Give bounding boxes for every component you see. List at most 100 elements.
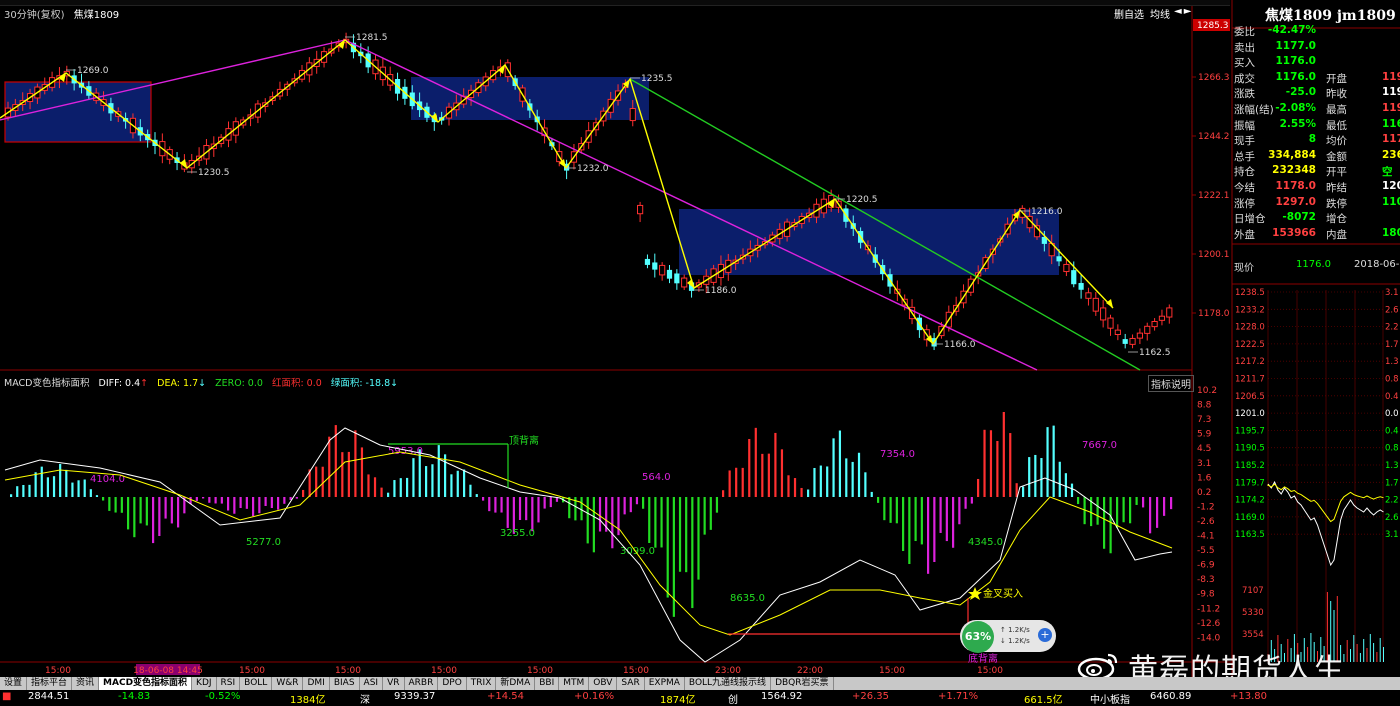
indicator-tab[interactable]: MTM (559, 677, 590, 690)
macd-bar (1116, 497, 1119, 528)
quote-label-2: 增仓 (1326, 213, 1347, 226)
indicator-tab[interactable]: RSI (217, 677, 241, 690)
scroll-left-icon[interactable]: ◄ (1174, 6, 1182, 21)
mini-pct-tick: 0.0 (1385, 409, 1399, 419)
macd-bar (108, 497, 111, 511)
macd-annotation-area-4104: 4104.0 (90, 474, 125, 485)
macd-bar (71, 482, 74, 497)
indicator-tab[interactable]: DMI (303, 677, 330, 690)
candle-body-up (1092, 297, 1099, 312)
macd-bar (295, 497, 298, 499)
mini-pct-tick: 2.2 (1385, 496, 1399, 506)
indicator-tab[interactable]: VR (383, 677, 405, 690)
macd-bar (46, 477, 49, 497)
scroll-right-icon[interactable]: ► (1184, 6, 1192, 21)
time-tick: 18-06-08 14:45 (133, 666, 203, 676)
macd-bar (152, 497, 155, 544)
macd-bar (214, 497, 217, 504)
indicator-tab[interactable]: BOLL (240, 677, 273, 690)
quote-row: 现手 8 均价 117 (1234, 133, 1400, 149)
status-value: -0.52% (205, 691, 241, 702)
quote-value: 334,884 (1268, 148, 1316, 161)
chart-toolbar: 删自选 均线 ◄ ► (1112, 6, 1191, 21)
mini-price-tick: 1185.2 (1235, 461, 1265, 471)
indicator-tab[interactable]: 资讯 (72, 677, 100, 690)
macd-tick: -11.2 (1197, 604, 1220, 614)
candle-body-up (681, 277, 688, 288)
price-annotation: 1166.0 (944, 340, 976, 350)
indicator-tab[interactable]: EXPMA (645, 677, 685, 690)
indicator-explain-button[interactable]: 指标说明 (1148, 375, 1194, 392)
quote-row: 涨幅(结) -2.08% 最高 119 (1234, 102, 1400, 118)
macd-bar (456, 470, 459, 497)
main-chart-canvas: 1269.0 1281.5 1235.5 1230.5 1232.0 1220.5 1216… (0, 0, 1400, 677)
macd-bar (170, 497, 173, 524)
ma-button[interactable]: 均线 (1148, 6, 1172, 21)
candle-body-up (1151, 320, 1158, 328)
mini-price-tick: 1206.5 (1235, 392, 1265, 402)
indicator-tab[interactable]: ASI (360, 677, 384, 690)
mini-pct-tick: 0.8 (1385, 444, 1399, 454)
macd-bar (52, 476, 56, 497)
sh-index-icon: ■ (2, 691, 12, 702)
macd-bar (1028, 457, 1031, 497)
indicator-tab[interactable]: OBV (589, 677, 618, 690)
price-tick: 1178.0 (1198, 309, 1230, 319)
macd-bar (59, 463, 62, 497)
indicator-tab[interactable]: 新DMA (496, 677, 536, 690)
time-tick: 23:00 (715, 666, 741, 676)
price-tick: 1266.3 (1198, 73, 1230, 83)
price-annotation: 1281.5 (356, 33, 388, 43)
indicator-tab[interactable]: TRIX (467, 677, 497, 690)
macd-bar (1170, 497, 1173, 510)
status-value: -14.83 (118, 691, 151, 702)
indicator-tab[interactable]: MACD变色指标面积 (99, 677, 193, 690)
macd-bar (437, 445, 440, 497)
indicator-tab[interactable]: ARBR (405, 677, 439, 690)
macd-name[interactable]: MACD变色指标面积 (4, 378, 89, 389)
mini-price-tick: 1195.7 (1235, 426, 1265, 436)
remove-watchlist-button[interactable]: 删自选 (1112, 6, 1146, 21)
status-value: 深 (360, 695, 370, 706)
macd-bar (623, 497, 626, 515)
indicator-tab[interactable]: BBI (535, 677, 560, 690)
macd-tick: 4.5 (1197, 444, 1211, 454)
quote-value: 8 (1308, 133, 1316, 146)
macd-bar (642, 497, 645, 509)
macd-bar (387, 492, 390, 497)
macd-diff: DIFF: 0.4 (98, 378, 141, 389)
indicator-tab[interactable]: 指标平台 (27, 677, 73, 690)
macd-bar (629, 497, 632, 513)
macd-bar (444, 454, 447, 497)
macd-bar (114, 497, 117, 513)
macd-bar (102, 497, 105, 501)
macd-bar (537, 497, 540, 523)
indicator-tab[interactable]: DPO (438, 677, 467, 690)
quote-label-2: 开盘 (1326, 72, 1347, 85)
indicator-tab[interactable]: DBQR岩买票 (771, 677, 834, 690)
indicator-tab[interactable]: SAR (617, 677, 645, 690)
status-value: 661.5亿 (1024, 695, 1063, 706)
indicator-tab[interactable]: BIAS (330, 677, 360, 690)
quote-label-2: 跌停 (1326, 197, 1347, 210)
macd-bar (1077, 497, 1080, 505)
macd-bar (1040, 458, 1043, 497)
period-label[interactable]: 30分钟(复权) (4, 10, 65, 21)
quote-value: 153966 (1272, 226, 1316, 239)
macd-bar (945, 497, 948, 542)
macd-bar (838, 430, 842, 497)
macd-tick: 10.2 (1197, 386, 1217, 396)
plus-icon[interactable]: + (1038, 628, 1052, 642)
quote-value-2: 空 (1382, 166, 1393, 179)
macd-bar (851, 461, 854, 497)
macd-bar (450, 474, 453, 497)
indicator-tab[interactable]: KDJ (192, 677, 217, 690)
indicator-tab[interactable]: BOLL九通线报示线 (685, 677, 772, 690)
macd-bar (195, 497, 198, 501)
indicator-tab[interactable]: W&R (272, 677, 304, 690)
quote-value: -25.0 (1285, 86, 1316, 99)
indicator-tab[interactable]: 设置 (0, 677, 28, 690)
macd-dea: DEA: 1.7 (157, 378, 199, 389)
mini-pct-tick: 3.1 (1385, 288, 1399, 298)
macd-bar (367, 474, 370, 497)
